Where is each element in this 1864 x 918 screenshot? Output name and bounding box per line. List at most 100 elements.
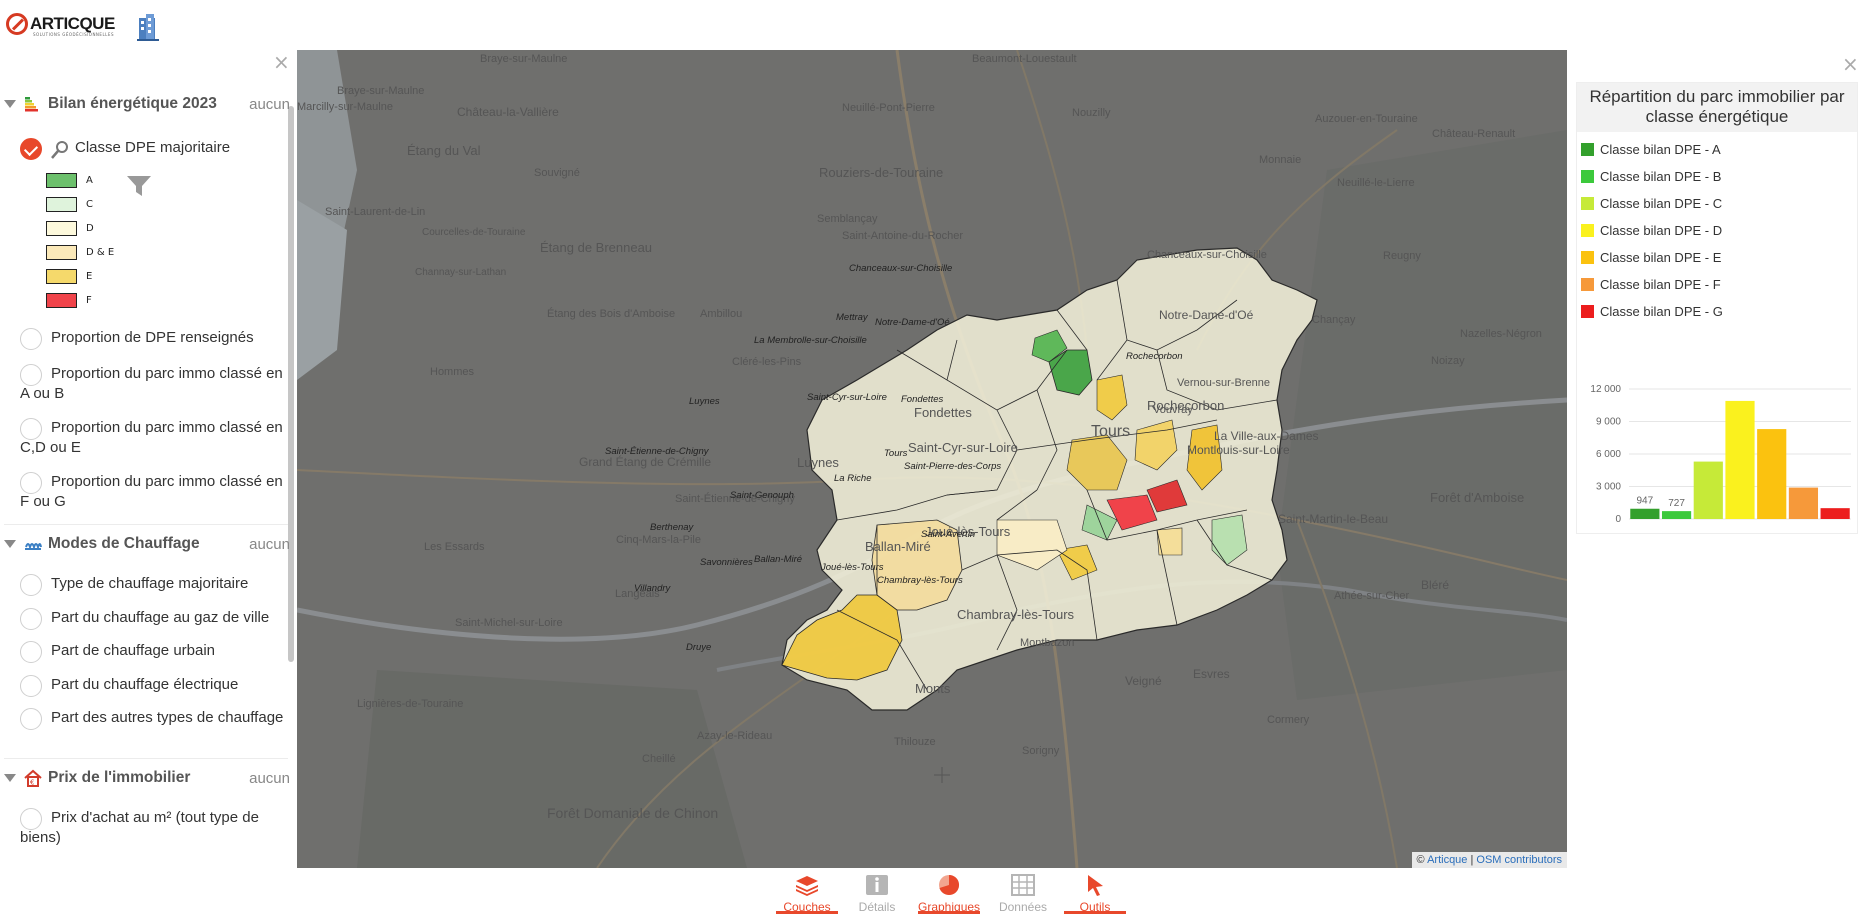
layers-icon — [796, 876, 818, 896]
group-none-toggle[interactable]: aucun — [249, 96, 290, 113]
map-place-label: Braye-sur-Maulne — [337, 85, 425, 97]
chart-legend-item[interactable]: Classe bilan DPE - F — [1581, 276, 1721, 292]
commune-label: Notre-Dame-d'Oé — [875, 317, 950, 328]
layer-radio[interactable] — [20, 418, 42, 440]
legend-label: E — [86, 270, 93, 282]
layer-part-gaz-de-ville[interactable]: Part du chauffage au gaz de ville — [20, 608, 288, 630]
close-panel-button[interactable]: × — [1842, 54, 1859, 74]
osm-contributors-link[interactable]: OSM contributors — [1476, 854, 1562, 866]
commune-label: Berthenay — [650, 522, 694, 533]
commune-label: Tours — [884, 448, 908, 459]
chart-legend-item[interactable]: Classe bilan DPE - D — [1581, 222, 1722, 238]
legend-item: E — [46, 268, 92, 284]
layer-label: Proportion du parc immo classé en F ou G — [20, 473, 283, 510]
map-place-label: Forêt d'Amboise — [1430, 490, 1525, 505]
house-euro-icon: € — [24, 769, 42, 787]
layer-prix-achat-m2[interactable]: Prix d'achat au m² (tout type de biens) — [20, 808, 288, 848]
layer-classe-dpe-majoritaire[interactable]: Classe DPE majoritaire — [20, 138, 288, 160]
legend-swatch — [46, 268, 77, 284]
commune-label: Chanceaux-sur-Choisille — [849, 263, 953, 274]
layer-proportion-dpe-renseignes[interactable]: Proportion de DPE renseignés — [20, 328, 288, 350]
chart-bar[interactable] — [1820, 508, 1850, 519]
chart-legend-item[interactable]: Classe bilan DPE - B — [1581, 168, 1721, 184]
map-view[interactable]: Braye-sur-Maulne Braye-sur-Maulne Marcil… — [297, 50, 1567, 868]
building-app-icon[interactable] — [136, 12, 160, 42]
group-header-modes-chauffage[interactable]: Modes de Chauffage aucun — [0, 530, 290, 558]
group-none-toggle[interactable]: aucun — [249, 536, 290, 553]
layer-part-autres-chauffage[interactable]: Part des autres types de chauffage — [20, 708, 288, 730]
panel-scrollbar[interactable] — [288, 106, 294, 662]
chart-legend-item[interactable]: Classe bilan DPE - E — [1581, 249, 1721, 265]
commune-label: Savonnières — [700, 557, 753, 568]
legend-swatch — [46, 196, 77, 212]
articque-logo[interactable]: ARTICQUE SOLUTIONS GÉODÉCISIONNELLES — [6, 10, 115, 38]
chart-legend-item[interactable]: Classe bilan DPE - G — [1581, 303, 1723, 319]
chart-card: Répartition du parc immobilier par class… — [1576, 82, 1858, 534]
commune-label: Saint-Genouph — [730, 490, 794, 501]
chart-title: Répartition du parc immobilier par class… — [1577, 83, 1857, 132]
map-place-label: Cormery — [1267, 714, 1310, 726]
collapse-triangle-icon[interactable] — [4, 100, 16, 108]
table-icon — [1011, 874, 1035, 896]
group-header-bilan-energetique[interactable]: Bilan énergétique 2023 aucun — [0, 90, 290, 118]
collapse-triangle-icon[interactable] — [4, 540, 16, 548]
map-place-label: Thilouze — [894, 736, 936, 748]
chart-bar[interactable] — [1661, 511, 1692, 519]
tool-couches[interactable]: Couches — [776, 874, 838, 914]
filter-icon[interactable] — [126, 174, 152, 198]
group-divider — [4, 524, 288, 525]
chart-y-tick-label: 0 — [1615, 514, 1621, 525]
layer-label: Proportion de DPE renseignés — [51, 329, 254, 346]
legend-label: Classe bilan DPE - G — [1600, 303, 1723, 319]
tool-details[interactable]: Détails — [846, 874, 908, 914]
layer-proportion-a-ou-b[interactable]: Proportion du parc immo classé en A ou B — [20, 364, 288, 404]
commune-label: La Membrolle-sur-Choisille — [754, 335, 867, 346]
chart-bar[interactable] — [1788, 487, 1819, 519]
close-panel-button[interactable]: × — [273, 52, 290, 72]
chart-legend-item[interactable]: Classe bilan DPE - C — [1581, 195, 1722, 211]
chart-bar[interactable] — [1693, 461, 1723, 519]
tool-outils[interactable]: Outils — [1064, 874, 1126, 914]
legend-label: C — [86, 198, 93, 210]
tool-graphiques[interactable]: Graphiques — [918, 874, 980, 914]
chart-bar[interactable] — [1725, 400, 1755, 519]
layer-proportion-c-d-e[interactable]: Proportion du parc immo classé en C,D ou… — [20, 418, 288, 458]
layer-label: Prix d'achat au m² (tout type de biens) — [20, 809, 259, 846]
group-title: Bilan énergétique 2023 — [48, 95, 217, 112]
layer-radio[interactable] — [20, 808, 42, 830]
chart-y-tick-label: 6 000 — [1596, 449, 1621, 460]
commune-label: Druye — [686, 642, 712, 653]
group-header-prix-immobilier[interactable]: € Prix de l'immobilier aucun — [0, 764, 290, 792]
tool-donnees[interactable]: Données — [992, 874, 1054, 914]
layer-label: Type de chauffage majoritaire — [51, 575, 249, 592]
layer-radio[interactable] — [20, 708, 42, 730]
layer-part-chauffage-urbain[interactable]: Part de chauffage urbain — [20, 641, 288, 663]
layer-radio[interactable] — [20, 574, 42, 596]
chart-bar[interactable] — [1630, 508, 1660, 519]
collapse-triangle-icon[interactable] — [4, 774, 16, 782]
layer-radio[interactable] — [20, 328, 42, 350]
layer-radio[interactable] — [20, 608, 42, 630]
layer-radio[interactable] — [20, 675, 42, 697]
layer-label: Part des autres types de chauffage — [51, 709, 284, 726]
tool-label: Détails — [858, 900, 896, 914]
map-place-label: Chanceaux-sur-Choisille — [1147, 249, 1267, 261]
chart-bar[interactable] — [1757, 429, 1787, 519]
layer-radio[interactable] — [20, 364, 42, 386]
map-place-label: Chançay — [1312, 314, 1356, 326]
map-place-label: Braye-sur-Maulne — [480, 53, 568, 65]
articque-link[interactable]: Articque — [1427, 854, 1467, 866]
layer-type-chauffage-majoritaire[interactable]: Type de chauffage majoritaire — [20, 574, 288, 596]
layer-proportion-f-ou-g[interactable]: Proportion du parc immo classé en F ou G — [20, 472, 288, 512]
app-header: ARTICQUE SOLUTIONS GÉODÉCISIONNELLES — [0, 0, 1864, 50]
energy-rating-icon — [25, 97, 38, 112]
layer-radio-checked[interactable] — [20, 138, 42, 160]
chart-legend-item[interactable]: Classe bilan DPE - A — [1581, 141, 1721, 157]
layer-part-chauffage-electrique[interactable]: Part du chauffage électrique — [20, 675, 288, 697]
layer-radio[interactable] — [20, 472, 42, 494]
logo-subtitle: SOLUTIONS GÉODÉCISIONNELLES — [33, 32, 114, 37]
group-none-toggle[interactable]: aucun — [249, 770, 290, 787]
legend-label: A — [86, 174, 93, 186]
svg-text:€: € — [30, 779, 34, 787]
layer-radio[interactable] — [20, 641, 42, 663]
